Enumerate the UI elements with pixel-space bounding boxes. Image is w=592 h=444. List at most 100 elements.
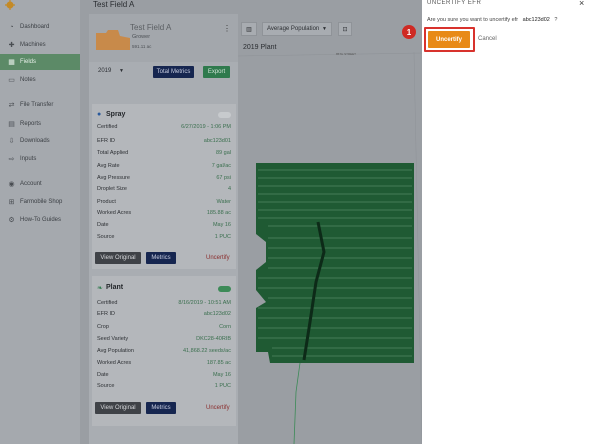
sidebar-item-dashboard[interactable]: ◔ Dashboard: [0, 19, 80, 35]
sidebar-item-label: Reports: [20, 121, 42, 127]
sidebar-item-file-transfer[interactable]: ⇄ File Transfer: [0, 97, 80, 113]
layer-select[interactable]: Average Population ▼: [262, 22, 332, 36]
chevron-down-icon: ▼: [322, 26, 327, 32]
row-label: Seed Variety: [97, 336, 129, 342]
shop-icon: ⊞: [8, 199, 15, 206]
spray-row: Certified 6/27/2019 - 1:06 PM: [97, 124, 231, 135]
sidebar-item-reports[interactable]: ▤ Reports: [0, 116, 80, 132]
sidebar-item-downloads[interactable]: ⇩ Downloads: [0, 133, 80, 149]
sidebar-item-label: Farmobile Shop: [20, 199, 63, 205]
row-label: Source: [97, 234, 115, 240]
row-value: abc123d02: [203, 311, 231, 317]
columns-icon: ▥: [246, 26, 252, 33]
row-value: 89 gal: [216, 150, 231, 156]
sidebar-item-notes[interactable]: ▭ Notes: [0, 72, 80, 88]
sidebar-item-label: Dashboard: [20, 24, 50, 30]
row-value: 67 psi: [216, 175, 231, 181]
sidebar-item-label: Machines: [20, 42, 46, 48]
efr-id: abc123d02: [522, 17, 550, 23]
question-text: Are you sure you want to uncertify efr: [427, 17, 519, 23]
row-value: 7 gal/ac: [211, 163, 231, 169]
row-label: Product: [97, 199, 116, 205]
row-label: Date: [97, 372, 109, 378]
uncertify-dialog: UNCERTIFY EFR × Are you sure you want to…: [422, 0, 592, 444]
plant-title: Plant: [106, 284, 124, 291]
field-name: Test Field A: [130, 23, 172, 32]
spray-row: EFR ID abc123d01: [97, 138, 231, 149]
row-value: 1 PUC: [214, 383, 231, 389]
field-map[interactable]: 85TH STREET: [238, 52, 422, 444]
sidebar-item-fields[interactable]: ▦ Fields: [0, 54, 80, 70]
row-label: EFR ID: [97, 138, 116, 144]
row-value: DKC28-40RIB: [196, 336, 231, 342]
field-thumbnail: [96, 30, 130, 50]
spray-row: Date May 16: [97, 222, 231, 233]
sidebar-item-machines[interactable]: ✚ Machines: [0, 37, 80, 53]
sidebar-item-farmobile-shop[interactable]: ⊞ Farmobile Shop: [0, 194, 80, 210]
sidebar-item-account[interactable]: ◉ Account: [0, 176, 80, 192]
sidebar-item-label: Downloads: [20, 138, 50, 144]
row-label: Certified: [97, 300, 118, 306]
plant-icon: ❧: [97, 285, 103, 292]
farmobile-logo[interactable]: [4, 0, 16, 10]
road-label: 85TH STREET: [336, 52, 356, 56]
row-value: 8/16/2019 - 10:51 AM: [178, 300, 231, 306]
reports-icon: ▤: [8, 121, 15, 128]
export-button[interactable]: Export: [203, 66, 230, 78]
water-drop-icon: ●: [97, 111, 102, 118]
sidebar-item-how-to-guides[interactable]: ⚙ How-To Guides: [0, 212, 80, 228]
plant-metrics-button[interactable]: Metrics: [146, 402, 176, 414]
row-label: Worked Acres: [97, 210, 132, 216]
spray-metrics-button[interactable]: Metrics: [146, 252, 176, 264]
spray-view-original-button[interactable]: View Original: [95, 252, 141, 264]
row-label: Date: [97, 222, 109, 228]
plant-view-original-button[interactable]: View Original: [95, 402, 141, 414]
plant-row: Avg Population 41,868.22 seeds/ac: [97, 348, 231, 359]
row-label: Avg Pressure: [97, 175, 130, 181]
plant-uncertify-link[interactable]: Uncertify: [206, 405, 230, 411]
row-label: Source: [97, 383, 115, 389]
guides-icon: ⚙: [8, 217, 15, 224]
spray-row: Worked Acres 185.88 ac: [97, 210, 231, 221]
transfer-icon: ⇄: [8, 102, 15, 109]
split-view-button[interactable]: ▥: [241, 22, 257, 36]
field-header: Test Field A Grower 591.11 ac ⋮: [89, 14, 238, 62]
close-icon[interactable]: ×: [579, 0, 584, 8]
sidebar-item-label: How-To Guides: [20, 217, 62, 223]
plant-row: Source 1 PUC: [97, 383, 231, 394]
map-layer-title: 2019 Plant: [243, 44, 277, 51]
row-value: 187.85 ac: [206, 360, 231, 366]
fields-icon: ▦: [8, 59, 15, 66]
zoom-select-button[interactable]: ⊡: [338, 22, 352, 36]
more-options-icon[interactable]: ⋮: [223, 24, 231, 33]
sidebar-item-inputs[interactable]: ⇨ Inputs: [0, 151, 80, 167]
page-title: Test Field A: [93, 0, 135, 9]
row-label: Worked Acres: [97, 360, 132, 366]
selection-icon: ⊡: [342, 26, 348, 33]
plant-row: Date May 16: [97, 372, 231, 383]
row-value: May 16: [212, 372, 231, 378]
sidebar: ◔ Dashboard ✚ Machines ▦ Fields ▭ Notes …: [0, 0, 80, 444]
plant-row: Crop Corn: [97, 324, 231, 335]
question-mark: ?: [554, 17, 558, 23]
row-value: 1 PUC: [214, 234, 231, 240]
sidebar-item-label: Notes: [20, 77, 36, 83]
sidebar-item-label: Inputs: [20, 156, 37, 162]
plant-toggle[interactable]: [218, 286, 231, 292]
cancel-link[interactable]: Cancel: [478, 36, 497, 42]
row-value: 4: [227, 186, 231, 192]
total-metrics-button[interactable]: Total Metrics: [153, 66, 194, 78]
spray-uncertify-link[interactable]: Uncertify: [206, 255, 230, 261]
row-label: EFR ID: [97, 311, 116, 317]
chevron-down-icon: ▼: [119, 68, 124, 74]
plant-row: EFR ID abc123d02: [97, 311, 231, 322]
spray-row: Total Applied 89 gal: [97, 150, 231, 161]
year-select[interactable]: 2019 ▼: [98, 68, 124, 74]
spray-row: Avg Rate 7 gal/ac: [97, 163, 231, 174]
year-value: 2019: [98, 68, 112, 74]
account-icon: ◉: [8, 181, 15, 188]
row-value: Water: [216, 199, 231, 205]
spray-toggle[interactable]: [218, 112, 231, 118]
row-label: Avg Population: [97, 348, 134, 354]
plant-row: Certified 8/16/2019 - 10:51 AM: [97, 300, 231, 311]
